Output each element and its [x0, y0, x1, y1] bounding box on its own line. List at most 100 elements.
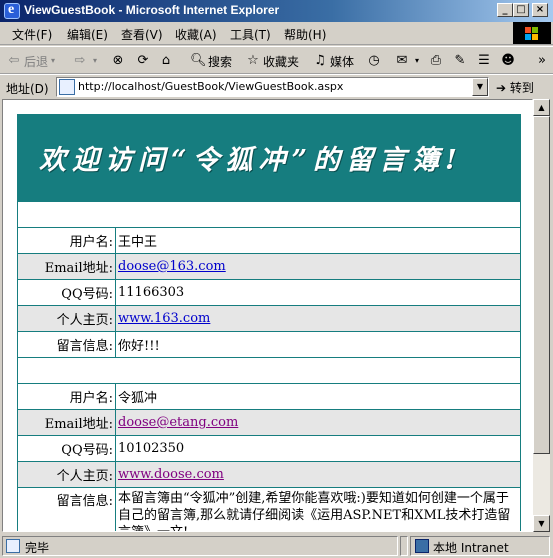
messenger-icon: ☻: [501, 53, 515, 68]
menu-bar: 文件(F) 编辑(E) 查看(V) 收藏(A) 工具(T) 帮助(H): [0, 22, 553, 45]
guestbook-banner: 欢迎访问“令狐冲”的留言簿!: [17, 114, 521, 201]
favorites-button[interactable]: ☆ 收藏夹: [245, 51, 299, 71]
address-input[interactable]: http://localhost/GuestBook/ViewGuestBook…: [56, 77, 489, 97]
minimize-button[interactable]: _: [497, 3, 513, 17]
table-row: Email地址: doose@etang.com: [17, 409, 521, 436]
go-button[interactable]: ➔ 转到: [496, 79, 534, 96]
vertical-scrollbar[interactable]: ▲ ▼: [533, 99, 550, 532]
menu-file[interactable]: 文件(F): [12, 26, 52, 43]
spacer-row: [17, 357, 521, 384]
toolbar-overflow-button[interactable]: »: [534, 51, 552, 71]
security-zone-panel: 本地 Intranet: [410, 536, 550, 556]
search-button[interactable]: 🔍︎ 搜索: [190, 51, 232, 71]
guestbook-table: 用户名: 王中王 Email地址: doose@163.com QQ号码: 11…: [17, 201, 521, 531]
menu-tools[interactable]: 工具(T): [230, 26, 271, 43]
homepage-label: 个人主页:: [17, 461, 116, 488]
edit-icon: ✎: [454, 53, 466, 68]
refresh-icon: ⟳: [137, 53, 149, 68]
maximize-button[interactable]: □: [513, 3, 529, 17]
qq-label: QQ号码:: [17, 279, 116, 306]
homepage-label: 个人主页:: [17, 305, 116, 332]
homepage-link[interactable]: www.doose.com: [118, 467, 224, 482]
history-icon: ◷: [368, 53, 380, 68]
media-button[interactable]: ♫ 媒体: [312, 51, 354, 71]
close-button[interactable]: ×: [532, 3, 548, 17]
table-row: Email地址: doose@163.com: [17, 253, 521, 280]
ie-icon: [4, 2, 20, 19]
history-button[interactable]: ◷: [366, 51, 384, 71]
homepage-link[interactable]: www.163.com: [118, 311, 210, 326]
message-value: 本留言簿由“令狐冲”创建,希望你能喜欢哦:)要知道如何创建一个属于自己的留言簿,…: [115, 487, 521, 531]
chevron-down-icon: ▾: [51, 56, 56, 65]
edit-button[interactable]: ✎: [452, 51, 470, 71]
mail-button[interactable]: ✉ ▾: [394, 51, 424, 71]
toolbar: ⇦ 后退 ▾ ⇨ ▾ ⊗ ⟳ ⌂ 🔍︎ 搜索 ☆ 收藏夹 ♫ 媒体 ◷ ✉ ▾ …: [0, 46, 553, 74]
spacer-row: [17, 201, 521, 228]
page-icon: [59, 79, 75, 95]
qq-label: QQ号码:: [17, 435, 116, 462]
address-dropdown-button[interactable]: ▼: [472, 78, 488, 96]
go-arrow-icon: ➔: [496, 81, 507, 95]
menu-edit[interactable]: 编辑(E): [67, 26, 108, 43]
page-icon: [6, 539, 20, 553]
status-divider: [400, 536, 408, 556]
menu-view[interactable]: 查看(V): [121, 26, 163, 43]
chevron-right-icon: »: [538, 53, 546, 68]
table-row: 用户名: 令狐冲: [17, 383, 521, 410]
email-link[interactable]: doose@163.com: [118, 259, 226, 274]
address-url[interactable]: http://localhost/GuestBook/ViewGuestBook…: [78, 80, 343, 93]
table-row: 个人主页: www.doose.com: [17, 461, 521, 488]
table-row: 留言信息: 本留言簿由“令狐冲”创建,希望你能喜欢哦:)要知道如何创建一个属于自…: [17, 487, 521, 531]
discuss-button[interactable]: ☰: [476, 51, 494, 71]
scroll-thumb[interactable]: [533, 116, 550, 454]
status-text: 完毕: [25, 541, 50, 555]
username-label: 用户名:: [17, 383, 116, 410]
window-title: ViewGuestBook - Microsoft Internet Explo…: [24, 3, 280, 17]
stop-button[interactable]: ⊗: [110, 51, 128, 71]
page-viewport: 欢迎访问“令狐冲”的留言簿! 用户名: 王中王 Email地址: doose@1…: [2, 99, 533, 532]
qq-value: 10102350: [115, 435, 521, 462]
message-label: 留言信息:: [17, 331, 116, 358]
discuss-icon: ☰: [478, 53, 490, 68]
back-button[interactable]: ⇦ 后退 ▾: [6, 51, 60, 71]
page-title: 欢迎访问“令狐冲”的留言簿!: [39, 145, 463, 176]
table-row: 个人主页: www.163.com: [17, 305, 521, 332]
username-value: 王中王: [115, 227, 521, 254]
print-button[interactable]: ⎙: [428, 51, 446, 71]
title-bar: ViewGuestBook - Microsoft Internet Explo…: [0, 0, 553, 22]
message-label: 留言信息:: [17, 487, 116, 531]
intranet-icon: [415, 539, 429, 553]
chevron-down-icon: ▾: [414, 56, 419, 65]
email-label: Email地址:: [17, 409, 116, 436]
security-zone-text: 本地 Intranet: [433, 541, 509, 555]
forward-button[interactable]: ⇨ ▾: [72, 51, 102, 71]
home-button[interactable]: ⌂: [158, 51, 176, 71]
status-panel: 完毕: [2, 536, 398, 556]
search-icon: 🔍︎: [190, 53, 207, 68]
menu-help[interactable]: 帮助(H): [284, 26, 326, 43]
back-arrow-icon: ⇦: [8, 53, 20, 68]
forward-arrow-icon: ⇨: [74, 53, 86, 68]
scroll-up-button[interactable]: ▲: [533, 99, 550, 116]
message-value: 你好!!!: [115, 331, 521, 358]
mail-icon: ✉: [396, 53, 408, 68]
menu-favorites[interactable]: 收藏(A): [175, 26, 217, 43]
chevron-down-icon: ▾: [92, 56, 97, 65]
media-icon: ♫: [314, 53, 326, 68]
qq-value: 11166303: [115, 279, 521, 306]
address-label: 地址(D): [6, 82, 49, 96]
print-icon: ⎙: [430, 53, 442, 68]
table-row: QQ号码: 11166303: [17, 279, 521, 306]
table-row: 用户名: 王中王: [17, 227, 521, 254]
stop-icon: ⊗: [112, 53, 124, 68]
messenger-button[interactable]: ☻: [500, 51, 518, 71]
status-bar: 完毕 本地 Intranet: [0, 534, 553, 558]
windows-logo-icon: [513, 22, 551, 44]
refresh-button[interactable]: ⟳: [135, 51, 153, 71]
email-label: Email地址:: [17, 253, 116, 280]
table-row: 留言信息: 你好!!!: [17, 331, 521, 358]
email-link[interactable]: doose@etang.com: [118, 415, 238, 430]
home-icon: ⌂: [161, 53, 171, 68]
scroll-down-button[interactable]: ▼: [533, 515, 550, 532]
table-row: QQ号码: 10102350: [17, 435, 521, 462]
